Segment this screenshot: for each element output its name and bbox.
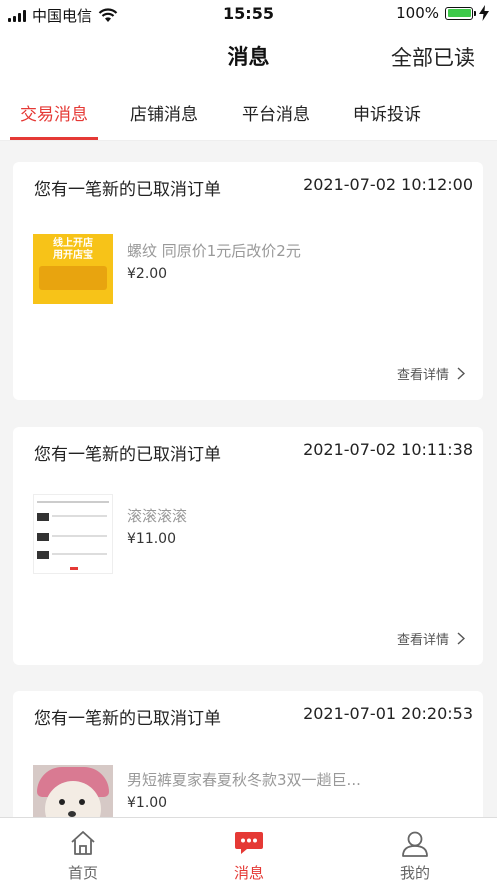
view-details-link[interactable]: 查看详情 — [397, 364, 465, 383]
product-price: ¥2.00 — [127, 266, 168, 282]
message-time: 2021-07-01 20:20:53 — [303, 704, 473, 723]
battery-percent: 100% — [396, 4, 439, 22]
product-price: ¥11.00 — [127, 531, 176, 547]
thumbnail-text: 用开店宝 — [53, 250, 93, 261]
product-name: 男短裤夏家春夏秋冬款3双一趟巨... — [127, 771, 361, 789]
message-title: 您有一笔新的已取消订单 — [34, 445, 221, 465]
nav-bar: 消息 全部已读 — [0, 28, 497, 84]
product-price: ¥1.00 — [127, 795, 168, 811]
message-time: 2021-07-02 10:12:00 — [303, 175, 473, 194]
home-icon — [71, 831, 95, 855]
bottom-nav-home[interactable]: 首页 — [0, 818, 166, 884]
product-name: 滚滚滚滚 — [127, 507, 188, 525]
chevron-right-icon — [457, 632, 465, 645]
view-details-label: 查看详情 — [396, 368, 449, 383]
bottom-nav-label: 消息 — [233, 864, 264, 882]
view-details-label: 查看详情 — [396, 633, 449, 648]
bottom-nav-messages[interactable]: 消息 — [166, 818, 332, 884]
tab-store[interactable]: 店铺消息 — [130, 100, 198, 125]
charging-icon — [479, 5, 489, 21]
user-icon — [402, 831, 428, 857]
message-icon — [235, 832, 263, 854]
message-card[interactable]: 您有一笔新的已取消订单 2021-07-02 10:11:38 滚滚滚滚 ¥11… — [13, 427, 483, 665]
tab-bar: 交易消息 店铺消息 平台消息 申诉投诉 — [0, 84, 497, 141]
status-right: 100% — [396, 4, 489, 22]
mark-all-read-button[interactable]: 全部已读 — [391, 42, 475, 72]
bottom-nav-label: 首页 — [67, 864, 98, 882]
battery-icon — [445, 6, 476, 20]
message-title: 您有一笔新的已取消订单 — [34, 180, 221, 200]
thumbnail-text: 线上开店 — [53, 238, 93, 249]
chevron-right-icon — [457, 367, 465, 380]
active-tab-indicator — [10, 137, 98, 140]
tab-transaction[interactable]: 交易消息 — [20, 100, 88, 125]
product-name: 螺纹 同原价1元后改价2元 — [127, 242, 301, 260]
bottom-nav-profile[interactable]: 我的 — [332, 818, 497, 884]
status-bar: 中国电信 15:55 100% — [0, 0, 497, 28]
product-thumbnail — [33, 494, 113, 574]
bottom-nav-label: 我的 — [399, 864, 430, 882]
message-time: 2021-07-02 10:11:38 — [303, 440, 473, 459]
message-title: 您有一笔新的已取消订单 — [34, 709, 221, 729]
message-card[interactable]: 您有一笔新的已取消订单 2021-07-01 20:20:53 男短裤夏家春夏秋… — [13, 691, 483, 831]
bottom-nav: 首页 消息 我的 — [0, 817, 497, 884]
message-card[interactable]: 您有一笔新的已取消订单 2021-07-02 10:12:00 线上开店 用开店… — [13, 162, 483, 400]
tab-platform[interactable]: 平台消息 — [242, 100, 310, 125]
product-thumbnail: 线上开店 用开店宝 — [33, 234, 113, 314]
tab-complaints[interactable]: 申诉投诉 — [353, 100, 421, 125]
view-details-link[interactable]: 查看详情 — [397, 629, 465, 648]
